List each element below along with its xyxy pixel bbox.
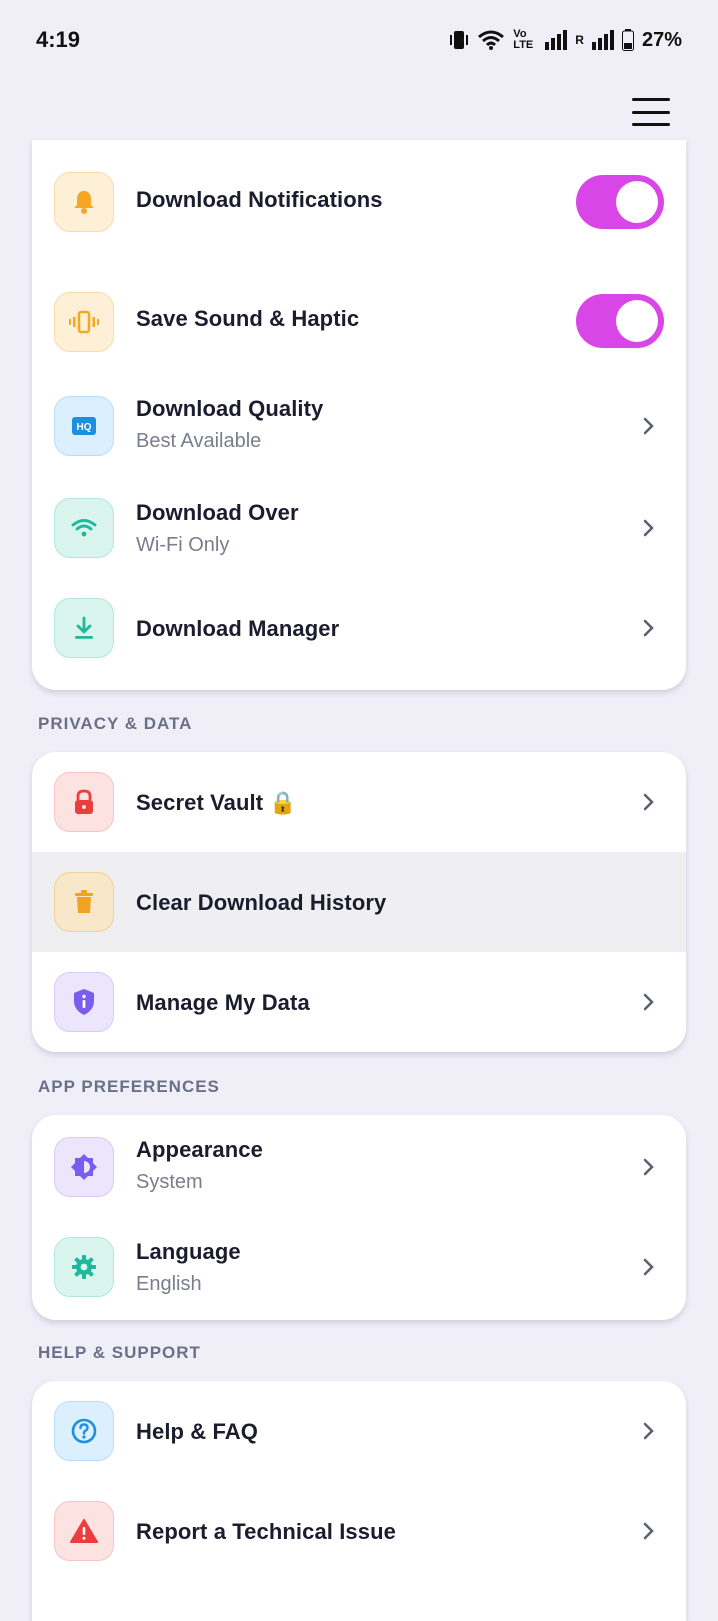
- language-label: Language: [136, 1239, 241, 1264]
- report-issue-row[interactable]: Report a Technical Issue: [32, 1481, 686, 1581]
- help-faq-label: Help & FAQ: [136, 1419, 259, 1444]
- appearance-value: System: [136, 1171, 203, 1193]
- download-over-label: Download Over: [136, 500, 299, 525]
- manage-my-data-row[interactable]: Manage My Data: [32, 952, 686, 1052]
- download-quality-label: Download Quality: [136, 396, 324, 421]
- volte-label: Vo LTE: [513, 28, 534, 51]
- privacy-card: Secret Vault 🔒 Clear Download History Ma…: [32, 752, 686, 1052]
- downloads-settings-card: Download Notifications Save Sound & Hapt…: [32, 140, 686, 690]
- language-row[interactable]: Language English: [32, 1217, 686, 1319]
- download-icon: [54, 598, 114, 658]
- chevron-right-icon: [643, 417, 654, 435]
- vibrate-icon: [54, 292, 114, 352]
- svg-text:HQ: HQ: [77, 422, 92, 433]
- chevron-right-icon: [643, 1258, 654, 1276]
- secret-vault-row[interactable]: Secret Vault 🔒: [32, 752, 686, 852]
- clear-download-history-label: Clear Download History: [136, 890, 387, 915]
- hq-icon: HQ: [54, 396, 114, 456]
- appearance-label: Appearance: [136, 1137, 263, 1162]
- menu-icon[interactable]: [632, 98, 670, 126]
- section-label-help-support: HELP & SUPPORT: [38, 1343, 201, 1362]
- download-manager-label: Download Manager: [136, 616, 340, 641]
- download-manager-row[interactable]: Download Manager: [32, 578, 686, 678]
- language-value: English: [136, 1273, 202, 1295]
- chevron-right-icon: [643, 619, 654, 637]
- download-notifications-label: Download Notifications: [136, 187, 383, 212]
- roaming-label: R: [575, 33, 584, 47]
- section-label-privacy: PRIVACY & DATA: [38, 714, 193, 733]
- manage-my-data-label: Manage My Data: [136, 990, 310, 1015]
- download-notifications-row[interactable]: Download Notifications: [32, 140, 686, 264]
- section-label-app-preferences: APP PREFERENCES: [38, 1077, 220, 1096]
- help-icon: [54, 1401, 114, 1461]
- help-support-card: Help & FAQ Report a Technical Issue: [32, 1381, 686, 1621]
- battery-percent: 27%: [641, 28, 682, 51]
- status-bar: 4:19 Vo LTE R 27%: [0, 0, 718, 80]
- clear-download-history-row[interactable]: Clear Download History: [32, 852, 686, 952]
- chevron-right-icon: [643, 1422, 654, 1440]
- vibrate-mode-icon: [450, 31, 469, 49]
- bell-icon: [54, 172, 114, 232]
- gear-icon: [54, 1237, 114, 1297]
- save-sound-haptic-row[interactable]: Save Sound & Haptic: [32, 264, 686, 374]
- shield-icon: [54, 972, 114, 1032]
- wifi-status-icon: [478, 30, 505, 50]
- appearance-row[interactable]: Appearance System: [32, 1115, 686, 1217]
- chevron-right-icon: [643, 519, 654, 537]
- download-notifications-toggle[interactable]: [576, 175, 664, 229]
- secret-vault-label: Secret Vault 🔒: [136, 790, 297, 815]
- battery-icon: [621, 29, 634, 51]
- signal-icon-2: [591, 30, 614, 50]
- chevron-right-icon: [643, 793, 654, 811]
- wifi-icon: [54, 498, 114, 558]
- report-issue-label: Report a Technical Issue: [136, 1519, 396, 1544]
- app-preferences-card: Appearance System Language English: [32, 1115, 686, 1320]
- download-over-row[interactable]: Download Over Wi-Fi Only: [32, 478, 686, 578]
- save-sound-haptic-toggle[interactable]: [576, 294, 664, 348]
- download-quality-row[interactable]: HQ Download Quality Best Available: [32, 374, 686, 478]
- trash-icon: [54, 872, 114, 932]
- save-sound-haptic-label: Save Sound & Haptic: [136, 306, 360, 331]
- download-quality-value: Best Available: [136, 430, 262, 452]
- help-faq-row[interactable]: Help & FAQ: [32, 1381, 686, 1481]
- signal-icon: [545, 30, 568, 50]
- download-over-value: Wi-Fi Only: [136, 534, 230, 556]
- lock-icon: [54, 772, 114, 832]
- brightness-icon: [54, 1137, 114, 1197]
- chevron-right-icon: [643, 1522, 654, 1540]
- chevron-right-icon: [643, 993, 654, 1011]
- warning-icon: [54, 1501, 114, 1561]
- status-time: 4:19: [36, 27, 81, 52]
- status-icons: Vo LTE R 27%: [449, 29, 682, 52]
- chevron-right-icon: [643, 1158, 654, 1176]
